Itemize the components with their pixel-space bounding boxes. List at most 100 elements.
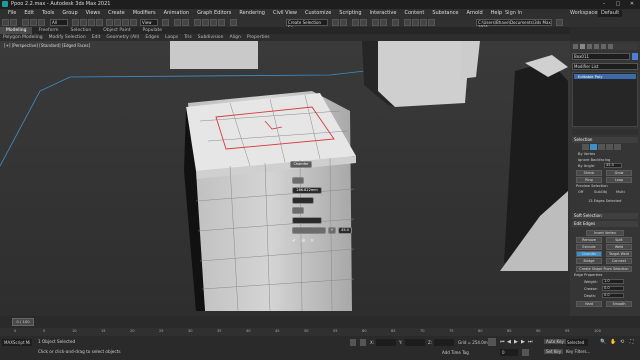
track-bar[interactable]: 0 5 10 15 20 25 30 35 40 45 50 55 60 65 70 75 80 85 90 95 10…	[0, 328, 640, 336]
ribbon-tab-populate[interactable]: Populate	[137, 27, 169, 34]
angle-snap-icon[interactable]	[202, 19, 209, 26]
selected-dropdown[interactable]: Selected	[566, 339, 588, 346]
rect-select-icon[interactable]	[88, 19, 95, 26]
ribbon-panel-modify-selection[interactable]: Modify Selection	[46, 34, 89, 41]
edge-mode-icon[interactable]	[590, 144, 597, 150]
redo-icon[interactable]	[10, 19, 17, 26]
crease-spinner[interactable]: 0.0	[602, 286, 624, 291]
project-path[interactable]: C:\Users\Bhave\Documents\3ds Max 2021	[476, 19, 552, 30]
go-to-start-icon[interactable]: ⏮	[500, 339, 505, 345]
spinner-snap-icon[interactable]	[218, 19, 225, 26]
perspective-viewport[interactable]: [+] [Perspective] [Standard] [Edged Face…	[0, 41, 570, 316]
create-shape-button[interactable]: Create Shape From Selection	[576, 266, 632, 272]
menu-interactive[interactable]: Interactive	[370, 9, 397, 18]
link-icon[interactable]	[22, 19, 29, 26]
mirror-icon[interactable]	[332, 19, 339, 26]
target-weld-button[interactable]: Target Weld	[606, 251, 632, 257]
modify-tab-icon[interactable]	[580, 44, 585, 49]
caddy-option-1[interactable]	[292, 207, 304, 214]
ignore-backfacing-checkbox[interactable]: Ignore Backfacing	[578, 158, 610, 162]
soft-selection-rollout-header[interactable]: Soft Selection	[572, 213, 638, 219]
project-folder-icon[interactable]	[556, 19, 563, 26]
auto-key-button[interactable]: Auto Key	[544, 339, 566, 344]
menu-animation[interactable]: Animation	[164, 9, 190, 18]
pivot-icon[interactable]	[162, 19, 169, 26]
unlink-icon[interactable]	[30, 19, 37, 26]
split-button[interactable]: Split	[606, 237, 632, 243]
menu-file[interactable]: File	[8, 9, 16, 18]
bind-icon[interactable]	[38, 19, 45, 26]
caddy-apply-icon[interactable]: ⊕	[301, 238, 305, 244]
ribbon-panel-properties[interactable]: Properties	[244, 34, 273, 41]
connect-button[interactable]: Connect	[606, 258, 632, 264]
render-setup-icon[interactable]	[404, 19, 411, 26]
close-button[interactable]: ✕	[626, 0, 638, 9]
border-mode-icon[interactable]	[598, 144, 605, 150]
workspaces-dropdown[interactable]: Default	[598, 10, 623, 17]
x-field[interactable]	[376, 339, 396, 346]
percent-snap-icon[interactable]	[210, 19, 217, 26]
vertex-mode-icon[interactable]	[582, 144, 589, 150]
smooth-button[interactable]: Smooth	[606, 301, 632, 307]
minimize-button[interactable]: –	[598, 0, 610, 9]
menu-arnold[interactable]: Arnold	[466, 9, 482, 18]
ribbon-panel-subdivision[interactable]: Subdivision	[195, 34, 227, 41]
caddy-option-2[interactable]	[292, 227, 326, 234]
undo-icon[interactable]	[2, 19, 9, 26]
selection-rollout-header[interactable]: Selection	[572, 137, 638, 143]
scene-explorer-icon[interactable]	[360, 19, 367, 26]
select-object-icon[interactable]	[72, 19, 79, 26]
object-color-swatch[interactable]	[632, 53, 638, 60]
menu-graph-editors[interactable]: Graph Editors	[197, 9, 231, 18]
menu-civil-view[interactable]: Civil View	[273, 9, 297, 18]
menu-edit[interactable]: Edit	[24, 9, 34, 18]
set-key-button[interactable]: Set Key	[544, 349, 564, 354]
ribbon-tab-object-paint[interactable]: Object Paint	[97, 27, 136, 34]
depth-spinner[interactable]: 0.0	[602, 293, 624, 298]
keyboard-shortcut-icon[interactable]	[182, 19, 189, 26]
preview-multi-radio[interactable]: Multi	[616, 190, 625, 194]
viewport-label[interactable]: [+] [Perspective] [Standard] [Edged Face…	[4, 43, 90, 48]
caddy-plus-button[interactable]: +	[328, 227, 336, 234]
caddy-tension-field[interactable]	[292, 217, 322, 224]
caddy-segments-field[interactable]	[292, 197, 314, 204]
weight-spinner[interactable]: 1.0	[602, 279, 624, 284]
hard-button[interactable]: Hard	[576, 301, 602, 307]
curve-editor-icon[interactable]	[372, 19, 379, 26]
time-slider-thumb[interactable]: 0 / 100	[12, 318, 34, 326]
lock-selection-icon[interactable]	[350, 339, 356, 346]
insert-vertex-button[interactable]: Insert Vertex	[586, 230, 624, 236]
ribbon-panel-edges[interactable]: Edges	[142, 34, 162, 41]
layer-explorer-icon[interactable]	[352, 19, 359, 26]
create-tab-icon[interactable]	[573, 44, 578, 49]
menu-substance[interactable]: Substance	[432, 9, 458, 18]
weld-button[interactable]: Weld	[606, 244, 632, 250]
pan-icon[interactable]: ✋	[610, 339, 616, 345]
ribbon-panel-edit[interactable]: Edit	[89, 34, 104, 41]
orbit-icon[interactable]: ⟲	[620, 339, 624, 345]
menu-rendering[interactable]: Rendering	[239, 9, 265, 18]
shrink-button[interactable]: Shrink	[576, 170, 602, 176]
caddy-amount-field[interactable]: 286.822mm	[292, 187, 322, 194]
transform-mode-icon[interactable]	[360, 339, 366, 346]
key-filters-button[interactable]: Key Filters...	[566, 349, 590, 354]
menu-views[interactable]: Views	[86, 9, 100, 18]
ribbon-tab-selection[interactable]: Selection	[65, 27, 98, 34]
modifier-list-dropdown[interactable]: Modifier List	[572, 63, 638, 70]
menu-group[interactable]: Group	[62, 9, 77, 18]
chamfer-button[interactable]: Chamfer	[576, 251, 602, 257]
ribbon-tab-freeform[interactable]: Freeform	[32, 27, 64, 34]
go-to-end-icon[interactable]: ⏭	[528, 339, 533, 345]
menu-content[interactable]: Content	[404, 9, 424, 18]
place-icon[interactable]	[130, 19, 137, 26]
sign-in-button[interactable]: Sign In	[505, 9, 522, 18]
motion-tab-icon[interactable]	[594, 44, 599, 49]
edit-edges-rollout-header[interactable]: Edit Edges	[572, 221, 638, 227]
menu-scripting[interactable]: Scripting	[339, 9, 361, 18]
bridge-button[interactable]: Bridge	[576, 258, 602, 264]
object-name-field[interactable]: Box011	[572, 53, 630, 60]
reference-coord-dropdown[interactable]: View	[140, 19, 158, 26]
rotate-icon[interactable]	[114, 19, 121, 26]
window-crossing-icon[interactable]	[96, 19, 103, 26]
loop-button[interactable]: Loop	[606, 177, 632, 183]
